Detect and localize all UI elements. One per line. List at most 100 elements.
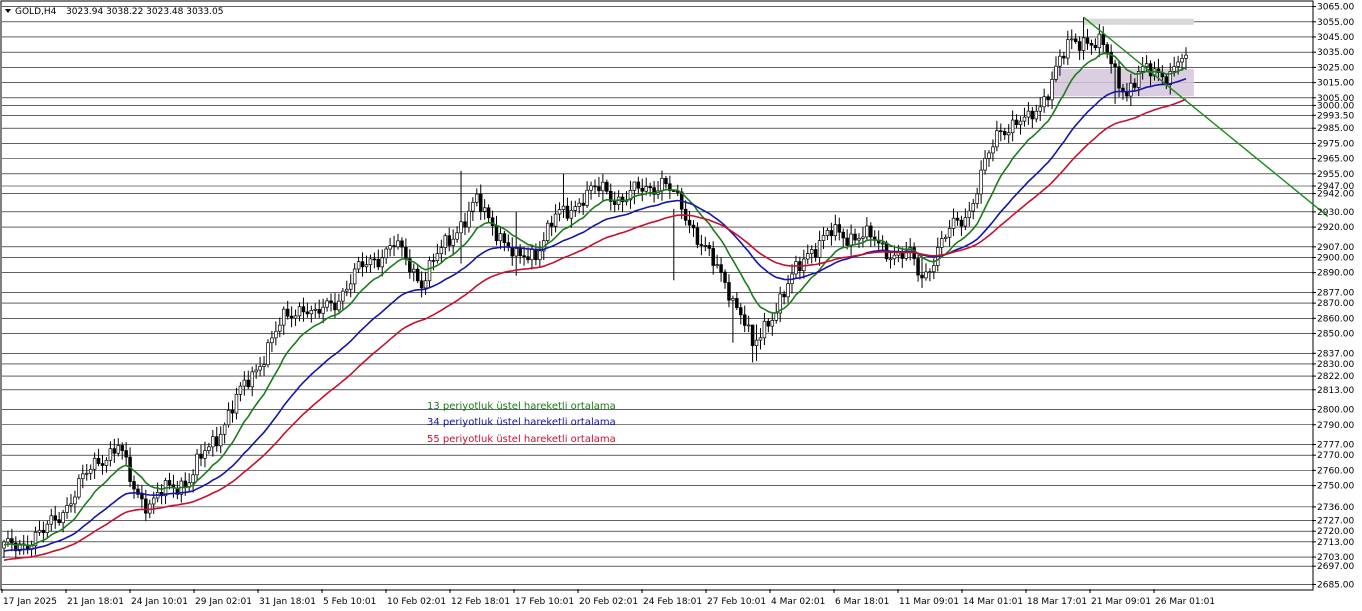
- candle-body: [376, 258, 381, 268]
- candle-body: [242, 379, 247, 387]
- candle-body: [1050, 79, 1054, 101]
- candle-body: [144, 498, 148, 514]
- candle-body: [817, 240, 822, 258]
- candle-body: [372, 258, 377, 261]
- candle-body: [140, 494, 144, 500]
- candle-body: [439, 247, 444, 255]
- candle-body: [841, 231, 845, 239]
- candle-body: [1089, 43, 1094, 46]
- candle-body: [77, 478, 81, 498]
- candle-body: [1058, 55, 1062, 67]
- chart-root: 3065.00 3055.00 3045.00 3035.00 3025.00 3015.…: [0, 0, 1362, 611]
- candle-body: [534, 249, 538, 261]
- candle-body: [325, 300, 329, 308]
- candle-body: [1066, 39, 1070, 59]
- candle-body: [388, 245, 392, 250]
- candle-body: [427, 260, 432, 282]
- candle-body: [869, 225, 873, 238]
- price-label: 2837.00: [1317, 349, 1354, 359]
- candle-body: [766, 320, 771, 327]
- candle-body: [518, 248, 522, 257]
- candle-body: [494, 225, 499, 242]
- candle-body: [73, 496, 77, 505]
- candle-body: [92, 458, 97, 470]
- price-label: 2890.00: [1317, 269, 1354, 279]
- candle-body: [463, 221, 467, 228]
- candle-body: [61, 512, 65, 524]
- candle-body: [577, 202, 581, 207]
- time-label: 29 Jan 02:01: [195, 597, 252, 607]
- candle-body: [640, 187, 645, 192]
- candle-body: [794, 261, 798, 275]
- candle-body: [301, 306, 306, 313]
- candle-body: [352, 268, 357, 285]
- resistance-zone: [1083, 18, 1194, 25]
- candle-body: [1006, 132, 1011, 136]
- time-label: 12 Feb 18:01: [451, 597, 510, 607]
- price-label: 2736.00: [1317, 503, 1354, 513]
- candle-body: [597, 186, 601, 192]
- candle-body: [636, 181, 641, 189]
- candle-body: [226, 409, 231, 426]
- candle-body: [1010, 119, 1015, 134]
- price-label: 2713.00: [1317, 538, 1354, 548]
- candle-body: [1113, 63, 1117, 68]
- candle-body: [1018, 120, 1023, 126]
- candle-body: [313, 308, 318, 311]
- candle-body: [289, 315, 294, 319]
- candle-body: [786, 283, 790, 298]
- candle-body: [758, 337, 763, 341]
- price-label: 2760.00: [1317, 466, 1354, 476]
- price-label: 2900.00: [1317, 253, 1354, 263]
- candle-body: [415, 268, 420, 282]
- candle-body: [770, 320, 775, 327]
- price-label: 2822.00: [1317, 372, 1354, 382]
- time-label: 24 Feb 18:01: [643, 597, 702, 607]
- time-label: 24 Jan 10:01: [131, 597, 188, 607]
- candle-body: [892, 254, 897, 260]
- candle-body: [348, 283, 353, 290]
- candle-body: [234, 394, 239, 414]
- candle-body: [802, 258, 806, 271]
- candle-body: [545, 222, 550, 241]
- price-label: 3055.00: [1317, 18, 1354, 28]
- candle-body: [861, 236, 865, 239]
- candle-body: [317, 308, 321, 314]
- candle-body: [715, 264, 719, 267]
- chart-header: GOLD,H4 3023.94 3038.22 3023.48 3033.05: [5, 7, 223, 17]
- candle-body: [112, 448, 117, 454]
- candle-body: [297, 306, 302, 317]
- candle-body: [837, 224, 842, 233]
- candle-body: [522, 255, 526, 258]
- time-label: 6 Mar 18:01: [835, 597, 889, 607]
- candle-body: [955, 217, 960, 221]
- candle-body: [979, 169, 983, 195]
- candle-body: [84, 472, 89, 475]
- candle-body: [806, 253, 810, 260]
- candle-body: [928, 271, 932, 274]
- candle-body: [888, 258, 893, 261]
- candle-body: [995, 130, 999, 148]
- candle-body: [644, 186, 648, 192]
- candle-body: [183, 480, 187, 488]
- legend-ema-55: 55 periyotluk üstel hareketli ortalama: [427, 434, 616, 445]
- chart-svg: 3065.00 3055.00 3045.00 3035.00 3025.00 3015.…: [0, 0, 1354, 607]
- candle-body: [459, 221, 463, 234]
- candle-body: [258, 366, 262, 371]
- candle-body: [104, 459, 109, 466]
- candle-body: [254, 369, 258, 373]
- candle-body: [120, 445, 124, 451]
- candle-body: [1133, 82, 1137, 88]
- candle-body: [1148, 63, 1153, 77]
- candle-body: [309, 310, 314, 315]
- time-label: 11 Mar 09:01: [899, 597, 959, 607]
- candle-body: [1129, 82, 1133, 97]
- candle-body: [246, 379, 251, 388]
- candle-body: [1176, 61, 1180, 67]
- candle-body: [199, 453, 203, 459]
- candle-body: [865, 225, 869, 238]
- candle-body: [612, 201, 617, 205]
- candle-body: [1038, 106, 1042, 112]
- candle-body: [853, 233, 857, 241]
- candle-body: [364, 264, 369, 268]
